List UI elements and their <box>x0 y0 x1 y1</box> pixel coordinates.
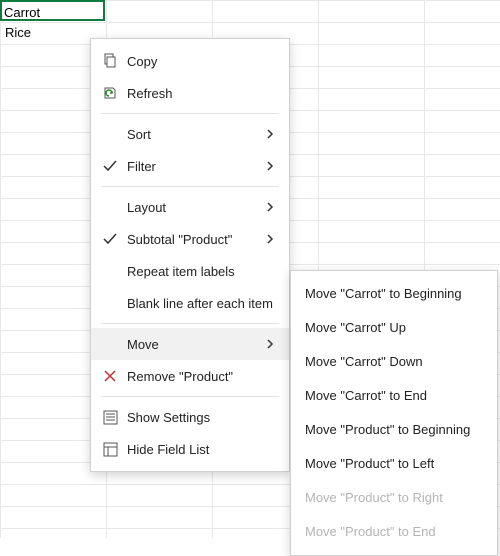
separator <box>101 323 279 324</box>
menu-label: Subtotal "Product" <box>121 232 265 247</box>
menu-repeat-labels[interactable]: Repeat item labels <box>91 255 289 287</box>
menu-sort[interactable]: Sort <box>91 118 289 150</box>
selected-cell[interactable]: Carrot <box>0 0 105 21</box>
chevron-right-icon <box>265 129 279 139</box>
submenu-move-product-end: Move "Product" to End <box>291 515 497 549</box>
check-icon <box>99 155 121 177</box>
refresh-icon <box>99 82 121 104</box>
context-menu: Copy Refresh Sort Filter Layout <box>90 38 290 472</box>
blank-icon <box>99 196 121 218</box>
copy-icon <box>99 50 121 72</box>
chevron-right-icon <box>265 161 279 171</box>
menu-label: Repeat item labels <box>121 264 279 279</box>
submenu-move-to-end[interactable]: Move "Carrot" to End <box>291 379 497 413</box>
submenu-move-product-left[interactable]: Move "Product" to Left <box>291 447 497 481</box>
menu-remove[interactable]: Remove "Product" <box>91 360 289 392</box>
menu-label: Copy <box>121 54 279 69</box>
menu-label: Move <box>121 337 265 352</box>
menu-filter[interactable]: Filter <box>91 150 289 182</box>
menu-label: Show Settings <box>121 410 279 425</box>
blank-icon <box>99 123 121 145</box>
separator <box>101 186 279 187</box>
menu-label: Hide Field List <box>121 442 279 457</box>
separator <box>101 113 279 114</box>
x-icon <box>99 365 121 387</box>
blank-icon <box>99 292 121 314</box>
field-list-icon <box>99 438 121 460</box>
submenu-move-product-right: Move "Product" to Right <box>291 481 497 515</box>
submenu-move-up[interactable]: Move "Carrot" Up <box>291 311 497 345</box>
menu-blank-line[interactable]: Blank line after each item <box>91 287 289 319</box>
submenu-move-to-beginning[interactable]: Move "Carrot" to Beginning <box>291 277 497 311</box>
menu-hide-field-list[interactable]: Hide Field List <box>91 433 289 465</box>
submenu-move-down[interactable]: Move "Carrot" Down <box>291 345 497 379</box>
menu-label: Filter <box>121 159 265 174</box>
menu-label: Remove "Product" <box>121 369 279 384</box>
chevron-right-icon <box>265 234 279 244</box>
settings-icon <box>99 406 121 428</box>
check-icon <box>99 228 121 250</box>
menu-move[interactable]: Move <box>91 328 289 360</box>
menu-show-settings[interactable]: Show Settings <box>91 401 289 433</box>
separator <box>101 396 279 397</box>
chevron-right-icon <box>265 202 279 212</box>
menu-label: Sort <box>121 127 265 142</box>
menu-refresh[interactable]: Refresh <box>91 77 289 109</box>
submenu-move-product-beginning[interactable]: Move "Product" to Beginning <box>291 413 497 447</box>
menu-label: Layout <box>121 200 265 215</box>
menu-subtotal[interactable]: Subtotal "Product" <box>91 223 289 255</box>
blank-icon <box>99 333 121 355</box>
chevron-right-icon <box>265 339 279 349</box>
blank-icon <box>99 260 121 282</box>
menu-copy[interactable]: Copy <box>91 45 289 77</box>
move-submenu: Move "Carrot" to Beginning Move "Carrot"… <box>290 270 498 556</box>
menu-layout[interactable]: Layout <box>91 191 289 223</box>
menu-label: Blank line after each item <box>121 296 279 311</box>
menu-label: Refresh <box>121 86 279 101</box>
